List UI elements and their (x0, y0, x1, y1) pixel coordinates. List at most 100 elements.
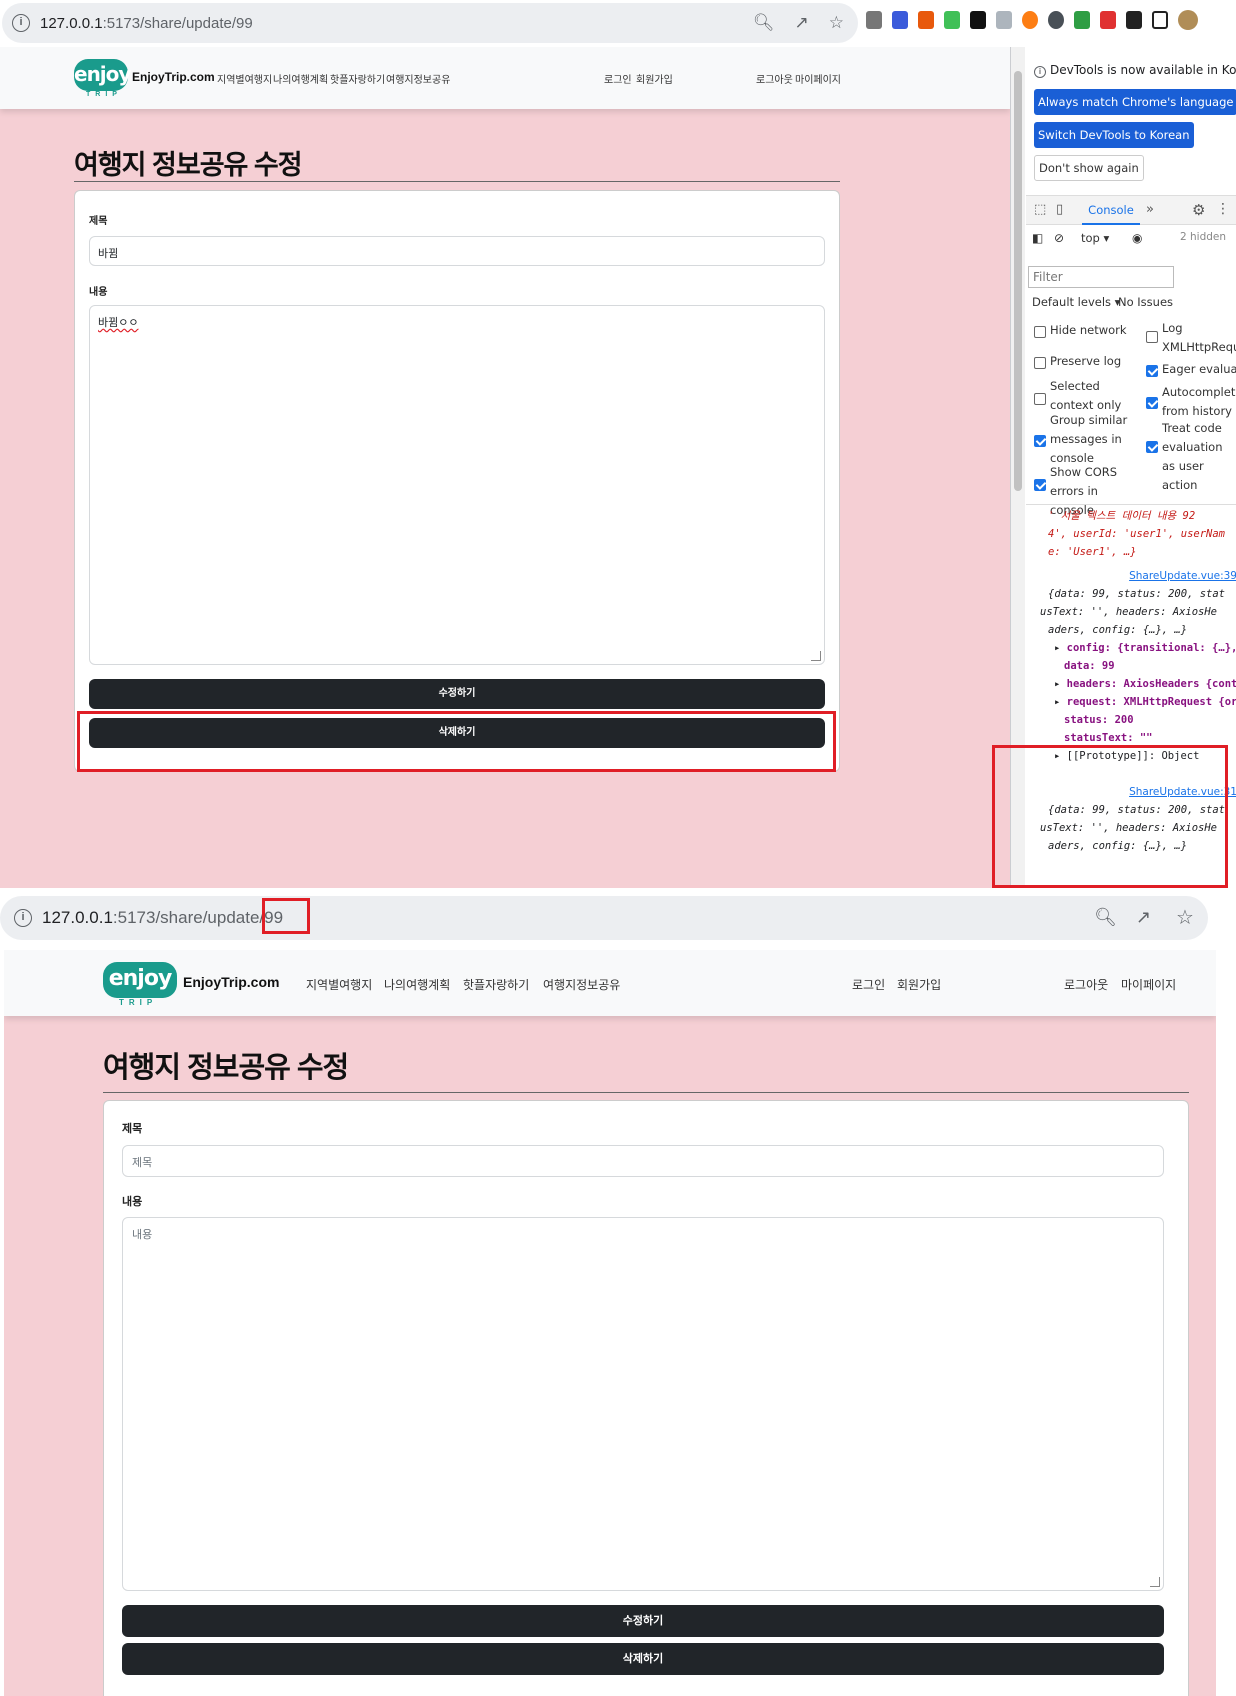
share-icon[interactable]: ↗ (1136, 907, 1151, 928)
selected-context-label: Selected context only (1050, 379, 1122, 412)
extension-a-icon[interactable] (918, 11, 934, 29)
address-bar[interactable]: i 127.0.0.1:5173/share/update/99 🔍︎ ↗ ☆ (0, 896, 1208, 940)
expand-config-icon[interactable]: ▸ (1054, 642, 1067, 654)
nav-link-regions[interactable]: 지역별여행지 (217, 71, 272, 86)
dont-show-button[interactable]: Don't show again (1034, 155, 1144, 181)
extension-gear-icon[interactable] (1048, 11, 1064, 29)
nav-link-regions[interactable]: 지역별여행지 (306, 976, 372, 993)
inspect-icon[interactable]: ⬚ (1034, 202, 1046, 217)
star-icon[interactable]: ☆ (829, 13, 844, 33)
log-line-1: ' 서울 텍스트 데이터 내용 92 (1048, 510, 1196, 522)
zoom-icon[interactable]: 🔍︎ (753, 13, 775, 33)
extension-gif-icon[interactable] (1100, 11, 1116, 29)
hide-network-checkbox[interactable] (1034, 326, 1046, 338)
nav-link-my-plan[interactable]: 나의여행계획 (384, 976, 450, 993)
autocomplete-checkbox[interactable] (1146, 397, 1158, 409)
nav-link-signup[interactable]: 회원가입 (636, 71, 673, 86)
expand-headers-icon[interactable]: ▸ (1054, 678, 1067, 690)
extension-black-icon[interactable] (970, 11, 986, 29)
extension-camera-icon[interactable] (866, 11, 882, 29)
cors-checkbox[interactable] (1034, 479, 1046, 491)
logo[interactable]: enjoy TRIP EnjoyTrip.com (103, 962, 279, 1007)
highlight-console-response (992, 745, 1228, 888)
profile-avatar-icon[interactable] (1178, 10, 1198, 30)
info-icon[interactable]: i (12, 14, 30, 32)
content-textarea[interactable]: 내용 (122, 1217, 1164, 1591)
more-tabs-icon[interactable]: » (1146, 202, 1154, 217)
clear-console-icon[interactable]: ⊘ (1054, 231, 1064, 245)
star-icon[interactable]: ☆ (1176, 905, 1194, 930)
logo[interactable]: enjoy TRIP EnjoyTrip.com (74, 59, 215, 98)
title-input[interactable]: 바뀜 (89, 236, 825, 266)
match-language-button[interactable]: Always match Chrome's language (1034, 89, 1236, 115)
settings-gear-icon[interactable]: ⚙ (1192, 201, 1205, 219)
title-divider (103, 1092, 1189, 1093)
notice-text: DevTools is now available in Korean! (1050, 63, 1236, 77)
info-icon: i (1034, 66, 1046, 78)
console-filter-input[interactable]: Filter (1028, 266, 1174, 288)
prop-request[interactable]: request: XMLHttpRequest {or (1067, 696, 1236, 708)
log-xhr-checkbox[interactable] (1146, 331, 1158, 343)
share-icon[interactable]: ↗ (795, 13, 809, 33)
nav-link-mypage[interactable]: 마이페이지 (795, 71, 841, 86)
preserve-log-label: Preserve log (1050, 354, 1122, 368)
extension-vue-icon[interactable] (1074, 11, 1090, 29)
extension-orange-icon[interactable] (1022, 11, 1038, 29)
extension-shield-icon[interactable] (996, 11, 1012, 29)
update-button[interactable]: 수정하기 (89, 679, 825, 709)
nav-link-hotplace[interactable]: 핫플자랑하기 (330, 71, 385, 86)
switch-korean-button[interactable]: Switch DevTools to Korean (1034, 122, 1194, 148)
log-line-3: e: 'User1', …} (1048, 546, 1137, 558)
source-link-1[interactable]: ShareUpdate.vue:39 (1129, 570, 1236, 582)
preserve-log-checkbox[interactable] (1034, 357, 1046, 369)
tab-console[interactable]: Console (1082, 196, 1140, 225)
nav-link-hotplace[interactable]: 핫플자랑하기 (463, 976, 529, 993)
prop-config[interactable]: config: {transitional: {…}, (1067, 642, 1236, 654)
url-text[interactable]: 127.0.0.1:5173/share/update/99 (40, 15, 253, 32)
nav-link-logout[interactable]: 로그아웃 (1064, 976, 1108, 993)
nav-link-signup[interactable]: 회원가입 (897, 976, 941, 993)
nav-link-my-plan[interactable]: 나의여행계획 (273, 71, 328, 86)
prop-status: status: 200 (1064, 714, 1134, 726)
update-button[interactable]: 수정하기 (122, 1605, 1164, 1637)
entry1-line-b[interactable]: usText: '', headers: AxiosHe (1040, 603, 1236, 621)
entry1-line-a: {data: 99, status: 200, stat (1048, 588, 1226, 600)
eager-eval-label: Eager evaluation (1162, 362, 1236, 376)
hidden-count: 2 hidden (1180, 231, 1227, 243)
eager-eval-checkbox[interactable] (1146, 365, 1158, 377)
sidebar-toggle-icon[interactable]: ◧ (1032, 231, 1043, 245)
info-icon[interactable]: i (14, 909, 32, 927)
group-similar-checkbox[interactable] (1034, 435, 1046, 447)
prop-headers[interactable]: headers: AxiosHeaders {cont (1067, 678, 1236, 690)
selected-context-checkbox[interactable] (1034, 393, 1046, 405)
nav-link-mypage[interactable]: 마이페이지 (1121, 976, 1176, 993)
eye-icon[interactable]: ◉ (1132, 231, 1142, 245)
nav-link-login[interactable]: 로그인 (852, 976, 885, 993)
resize-handle-icon[interactable] (811, 651, 821, 661)
puzzle-extensions-icon[interactable] (1126, 11, 1142, 29)
address-bar[interactable]: i 127.0.0.1:5173/share/update/99 🔍︎ ↗ ☆ (2, 3, 858, 43)
delete-button[interactable]: 삭제하기 (122, 1643, 1164, 1675)
devtools-tabbar: ⬚ ▯ Console » ⚙ ⋮ (1026, 195, 1236, 225)
console-entry-1: ShareUpdate.vue:39 {data: 99, status: 20… (1040, 567, 1236, 765)
levels-dropdown[interactable]: Default levels ▾ (1032, 295, 1120, 309)
kebab-menu-icon[interactable]: ⋮ (1216, 201, 1230, 217)
extension-leaf-icon[interactable] (944, 11, 960, 29)
resize-handle-icon[interactable] (1150, 1577, 1160, 1587)
treat-code-checkbox[interactable] (1146, 441, 1158, 453)
content-textarea[interactable]: 바뀜ㅇㅇ (89, 305, 825, 665)
nav-link-share[interactable]: 여행지정보공유 (386, 71, 450, 86)
nav-link-login[interactable]: 로그인 (604, 71, 632, 86)
context-selector[interactable]: top ▾ (1081, 231, 1109, 245)
zoom-icon[interactable]: 🔍︎ (1094, 907, 1117, 928)
context-label: top (1081, 231, 1100, 245)
title-input[interactable]: 제목 (122, 1145, 1164, 1177)
sidepanel-icon[interactable] (1152, 11, 1168, 29)
expand-request-icon[interactable]: ▸ (1054, 696, 1067, 708)
url-text[interactable]: 127.0.0.1:5173/share/update/99 (42, 908, 283, 928)
extension-ai-icon[interactable] (892, 11, 908, 29)
title-label: 제목 (122, 1123, 143, 1135)
nav-link-logout[interactable]: 로그아웃 (756, 71, 793, 86)
device-toggle-icon[interactable]: ▯ (1056, 202, 1063, 217)
nav-link-share[interactable]: 여행지정보공유 (543, 976, 620, 993)
